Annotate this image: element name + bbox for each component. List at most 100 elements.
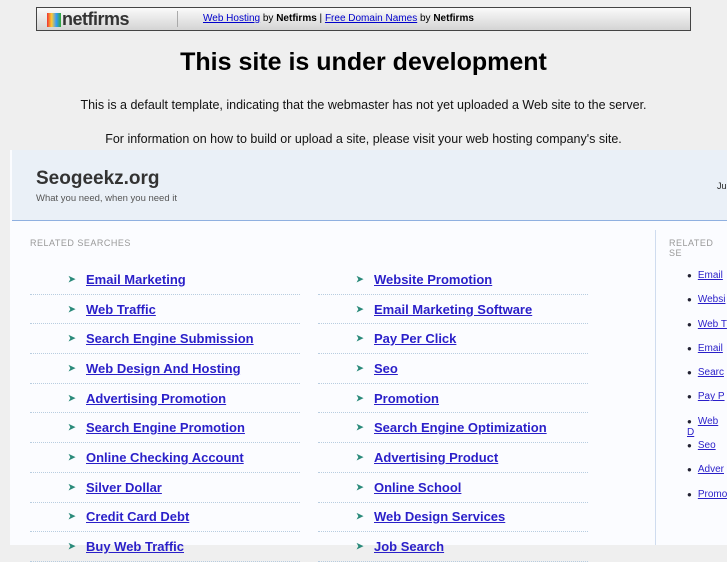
arrow-icon: ➤	[68, 303, 76, 314]
arrow-icon: ➤	[356, 303, 364, 314]
side-link[interactable]: Email	[698, 270, 723, 281]
related-search-link[interactable]: Email Marketing	[86, 272, 186, 287]
list-item: ➤ Website Promotion	[318, 265, 588, 295]
list-item: ➤ Web Traffic	[30, 295, 300, 325]
side-link[interactable]: Pay P	[698, 391, 725, 402]
arrow-icon: ➤	[356, 481, 364, 492]
divider	[655, 230, 656, 545]
arrow-icon: ➤	[68, 362, 76, 373]
list-item: ➤ Search Engine Promotion	[30, 413, 300, 444]
bullet-icon: ●	[687, 368, 692, 378]
side-link[interactable]: Promo	[698, 489, 727, 500]
related-search-link[interactable]: Search Engine Optimization	[374, 420, 547, 435]
site-name[interactable]: Seogeekz.org	[36, 168, 160, 190]
related-search-link[interactable]: Web Design And Hosting	[86, 361, 241, 376]
bullet-icon: ●	[687, 271, 692, 280]
free-domain-names-link[interactable]: Free Domain Names	[325, 13, 417, 24]
list-item: ● Websi	[687, 294, 727, 318]
related-search-link[interactable]: Web Traffic	[86, 302, 156, 317]
list-item: ● Web T	[687, 319, 727, 343]
bullet-icon: ●	[687, 319, 692, 329]
list-item: ➤ Online School	[318, 473, 588, 503]
related-search-link[interactable]: Web Design Services	[374, 509, 505, 524]
related-search-link[interactable]: Advertising Product	[374, 450, 498, 465]
arrow-icon: ➤	[68, 451, 76, 462]
arrow-icon: ➤	[356, 451, 364, 462]
related-search-link[interactable]: Search Engine Promotion	[86, 420, 245, 435]
arrow-icon: ➤	[356, 362, 364, 373]
side-link[interactable]: Searc	[698, 367, 724, 378]
divider	[177, 11, 178, 27]
arrow-icon: ➤	[356, 511, 364, 522]
arrow-icon: ➤	[356, 422, 364, 433]
list-item: ● Email	[687, 270, 727, 294]
bullet-icon: ●	[687, 489, 692, 499]
pipe: |	[316, 13, 325, 24]
related-searches-label: RELATED SEARCHES	[30, 238, 131, 248]
by-text: by	[417, 13, 434, 24]
list-item: ➤ Advertising Promotion	[30, 384, 300, 414]
related-search-link[interactable]: Online School	[374, 480, 461, 495]
side-link[interactable]: Seo	[698, 440, 716, 451]
list-item: ➤ Pay Per Click	[318, 324, 588, 355]
arrow-icon: ➤	[68, 333, 76, 344]
related-search-link[interactable]: Credit Card Debt	[86, 509, 189, 524]
related-search-link[interactable]: Silver Dollar	[86, 480, 162, 495]
side-related-label: RELATED SE	[669, 238, 714, 258]
right-column: ➤ Website Promotion ➤ Email Marketing Softw…	[318, 265, 588, 562]
web-hosting-link[interactable]: Web Hosting	[203, 13, 260, 24]
list-item: ● Pay P	[687, 391, 727, 415]
bullet-icon: ●	[687, 343, 692, 353]
info-line-2: For information on how to build or uploa…	[105, 132, 622, 146]
netfirms-banner: netfirms Web Hosting by Netfirms | Free …	[36, 7, 691, 31]
related-search-link[interactable]: Online Checking Account	[86, 450, 244, 465]
list-item: ➤ Search Engine Optimization	[318, 413, 588, 444]
related-search-link[interactable]: Search Engine Submission	[86, 331, 254, 346]
list-item: ➤ Job Search	[318, 532, 588, 562]
related-search-link[interactable]: Pay Per Click	[374, 331, 456, 346]
list-item: ➤ Seo	[318, 354, 588, 384]
list-item: ● Searc	[687, 367, 727, 391]
related-search-link[interactable]: Seo	[374, 361, 398, 376]
list-item: ➤ Promotion	[318, 384, 588, 414]
netfirms-logo[interactable]: netfirms	[47, 9, 130, 30]
related-search-link[interactable]: Promotion	[374, 391, 439, 406]
related-search-link[interactable]: Buy Web Traffic	[86, 539, 184, 554]
list-item: ➤ Web Design And Hosting	[30, 354, 300, 384]
bullet-icon: ●	[687, 416, 692, 426]
brand-text: Netfirms	[433, 13, 474, 24]
arrow-icon: ➤	[356, 392, 364, 403]
list-item: ➤ Search Engine Submission	[30, 324, 300, 355]
list-item: ➤ Silver Dollar	[30, 473, 300, 503]
list-item: ➤ Credit Card Debt	[30, 503, 300, 533]
arrow-icon: ➤	[356, 541, 364, 552]
bullet-icon: ●	[687, 295, 692, 305]
arrow-icon: ➤	[356, 333, 364, 344]
side-link[interactable]: Adver	[698, 464, 724, 475]
related-search-link[interactable]: Website Promotion	[374, 272, 492, 287]
bullet-icon: ●	[687, 392, 692, 402]
bullet-icon: ●	[687, 465, 692, 475]
arrow-icon: ➤	[356, 273, 364, 284]
list-item: ● Web D	[687, 416, 727, 440]
side-link[interactable]: Websi	[698, 294, 726, 305]
list-item: ➤ Online Checking Account	[30, 443, 300, 473]
related-search-link[interactable]: Advertising Promotion	[86, 391, 226, 406]
list-item: ● Seo	[687, 440, 727, 464]
header-right-text: Ju	[717, 181, 727, 191]
side-link[interactable]: Web T	[698, 319, 727, 330]
arrow-icon: ➤	[68, 273, 76, 284]
list-item: ➤ Buy Web Traffic	[30, 532, 300, 562]
list-item: ● Email	[687, 343, 727, 367]
related-search-link[interactable]: Email Marketing Software	[374, 302, 532, 317]
netfirms-logo-icon	[47, 13, 61, 27]
side-link[interactable]: Email	[698, 343, 723, 354]
related-search-link[interactable]: Job Search	[374, 539, 444, 554]
left-column: ➤ Email Marketing ➤ Web Traffic ➤ Search Engi…	[30, 265, 300, 562]
parked-header: Seogeekz.org What you need, when you nee…	[12, 150, 727, 221]
by-text: by	[260, 13, 277, 24]
parked-page: Seogeekz.org What you need, when you nee…	[10, 150, 727, 562]
arrow-icon: ➤	[68, 481, 76, 492]
arrow-icon: ➤	[68, 511, 76, 522]
bullet-icon: ●	[687, 441, 692, 451]
